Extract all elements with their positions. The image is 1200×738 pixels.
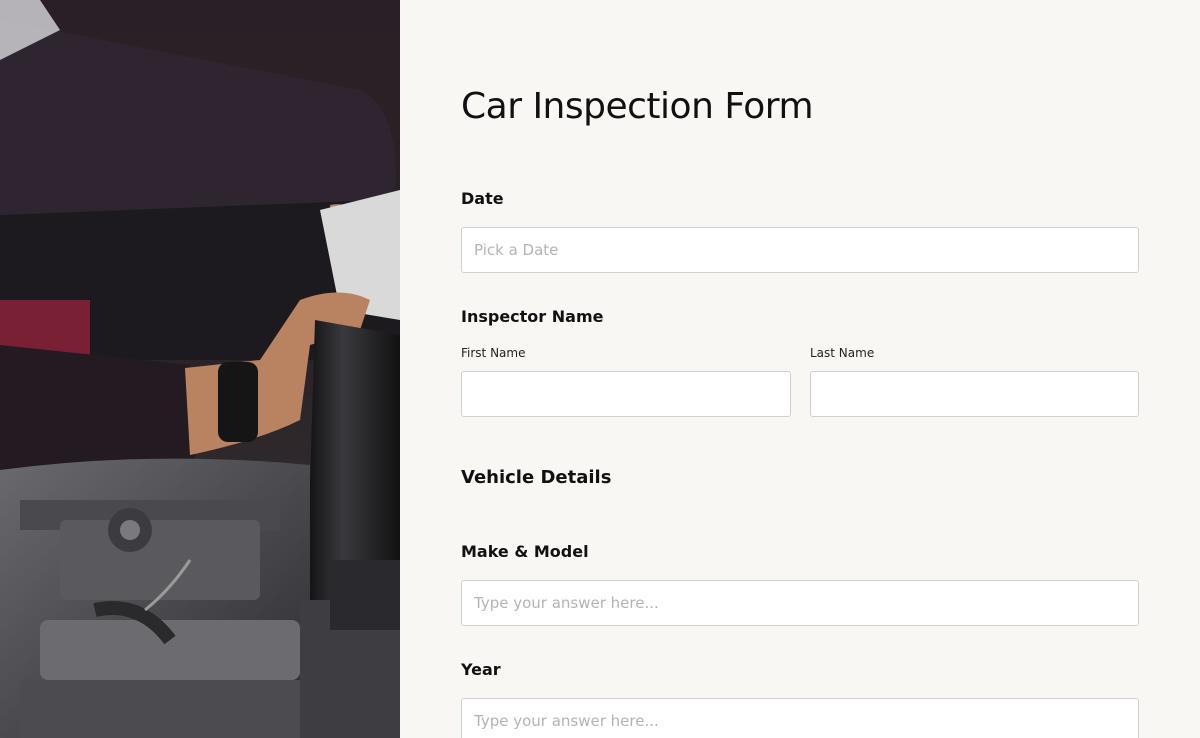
year-label: Year xyxy=(461,660,501,679)
year-input[interactable] xyxy=(461,698,1139,738)
mechanic-engine-illustration xyxy=(0,0,400,738)
make-model-input[interactable] xyxy=(461,580,1139,626)
vehicle-details-heading: Vehicle Details xyxy=(461,467,612,488)
date-label: Date xyxy=(461,189,504,208)
make-model-label: Make & Model xyxy=(461,542,589,561)
first-name-label: First Name xyxy=(461,346,526,360)
last-name-input[interactable] xyxy=(810,371,1139,417)
first-name-input[interactable] xyxy=(461,371,791,417)
last-name-label: Last Name xyxy=(810,346,875,360)
inspector-name-label: Inspector Name xyxy=(461,307,604,326)
hero-image xyxy=(0,0,400,738)
form-pane: Car Inspection Form Date Inspector Name … xyxy=(400,0,1200,738)
date-picker-input[interactable] xyxy=(461,227,1139,273)
form-title: Car Inspection Form xyxy=(461,86,814,127)
